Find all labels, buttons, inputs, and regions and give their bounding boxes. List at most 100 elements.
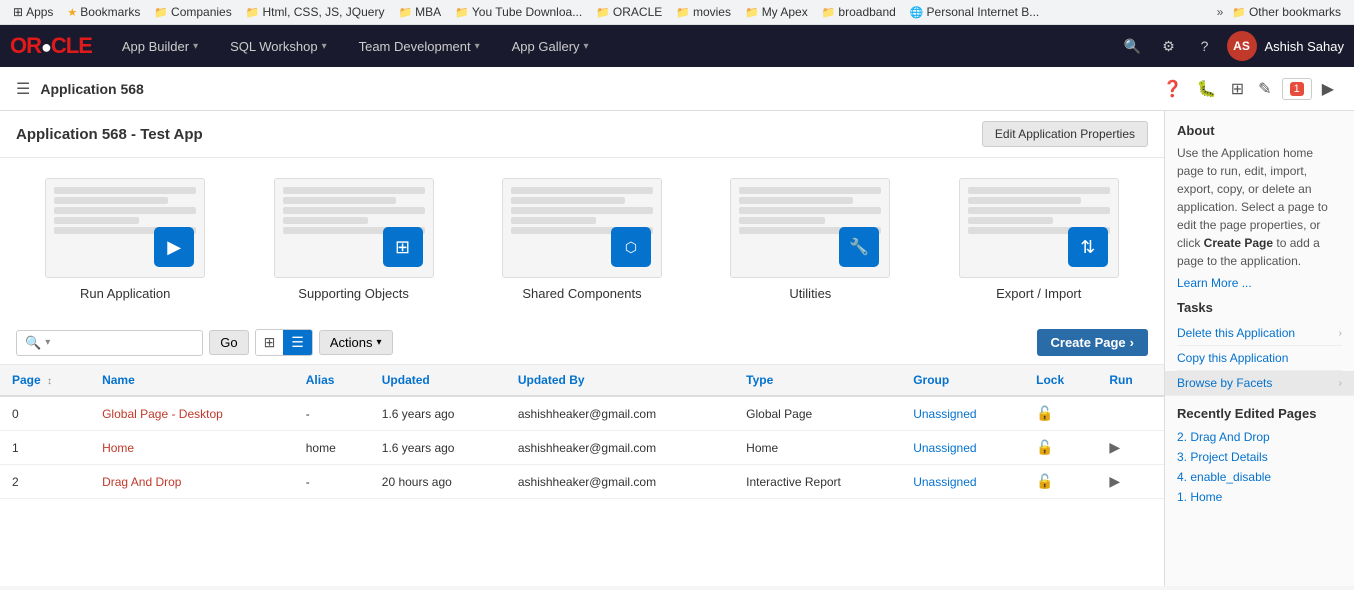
run-page-icon[interactable]: ▶ <box>1109 473 1120 489</box>
run-icon[interactable]: ▶ <box>1318 75 1338 103</box>
globe-icon: 🌐 <box>910 6 924 19</box>
cell-lock-1: 🔓 <box>1024 431 1097 465</box>
actions-button[interactable]: Actions ▾ <box>319 330 393 355</box>
bookmark-youtube[interactable]: 📁 You Tube Downloa... <box>450 3 587 21</box>
cell-updated-1: 1.6 years ago <box>370 431 506 465</box>
task-copy-application[interactable]: Copy this Application <box>1177 346 1342 371</box>
list-view-button[interactable]: ☰ <box>283 330 312 355</box>
help-circle-icon[interactable]: ❓ <box>1159 75 1187 103</box>
grid-view-button[interactable]: ⊞ <box>256 330 284 355</box>
chevron-right-icon: › <box>1339 378 1342 389</box>
tile-shared-image: ⬡ <box>502 178 662 278</box>
cell-updated-2: 20 hours ago <box>370 465 506 499</box>
apps-icon: ⊞ <box>13 5 23 19</box>
tile-utilities-image: 🔧 <box>730 178 890 278</box>
main-container: Application 568 - Test App Edit Applicat… <box>0 111 1354 586</box>
cell-type-1: Home <box>734 431 901 465</box>
search-chevron-icon[interactable]: ▾ <box>45 337 50 348</box>
run-overlay-icon: ▶ <box>154 227 194 267</box>
bookmark-html[interactable]: 📁 Html, CSS, JS, JQuery <box>241 3 390 21</box>
tile-utilities[interactable]: 🔧 Utilities <box>730 178 890 301</box>
col-lock[interactable]: Lock <box>1024 365 1097 396</box>
run-page-icon[interactable]: ▶ <box>1109 439 1120 455</box>
help-icon-btn[interactable]: ? <box>1191 32 1219 60</box>
user-avatar[interactable]: AS <box>1227 31 1257 61</box>
bookmarks-overflow[interactable]: » <box>1217 5 1224 19</box>
cell-name-1: Home <box>90 431 294 465</box>
bookmark-mba[interactable]: 📁 MBA <box>393 3 446 21</box>
learn-more-link[interactable]: Learn More ... <box>1177 276 1342 290</box>
header-icons: 🔍 ⚙ ? AS Ashish Sahay <box>1119 31 1345 61</box>
folder-icon: 📁 <box>246 6 260 19</box>
bookmark-broadband[interactable]: 📁 broadband <box>817 3 901 21</box>
nav-app-builder[interactable]: App Builder ▾ <box>110 25 210 67</box>
bug-icon[interactable]: 🐛 <box>1193 75 1221 103</box>
go-button[interactable]: Go <box>209 330 248 355</box>
nav-app-gallery[interactable]: App Gallery ▾ <box>500 25 601 67</box>
bookmark-other[interactable]: 📁 Other bookmarks <box>1227 3 1346 21</box>
edit-icon[interactable]: ✎ <box>1254 75 1275 103</box>
oracle-logo-text: OR●CLE <box>10 33 92 59</box>
cell-page-0: 0 <box>0 396 90 431</box>
tasks-title: Tasks <box>1177 300 1342 315</box>
col-group[interactable]: Group <box>901 365 1024 396</box>
nav-sql-workshop[interactable]: SQL Workshop ▾ <box>218 25 338 67</box>
user-name[interactable]: Ashish Sahay <box>1265 39 1345 54</box>
bookmark-apps[interactable]: ⊞ Apps <box>8 3 58 21</box>
tile-run-image: ▶ <box>45 178 205 278</box>
col-updated-by[interactable]: Updated By <box>506 365 734 396</box>
right-sidebar: About Use the Application home page to r… <box>1164 111 1354 586</box>
about-title: About <box>1177 123 1342 138</box>
bookmark-myapex[interactable]: 📁 My Apex <box>740 3 813 21</box>
cell-type-2: Interactive Report <box>734 465 901 499</box>
tile-supporting-label: Supporting Objects <box>298 286 409 301</box>
cell-page-2: 2 <box>0 465 90 499</box>
tile-run-application[interactable]: ▶ Run Application <box>45 178 205 301</box>
search-icon[interactable]: 🔍 <box>25 335 41 351</box>
supporting-overlay-icon: ⊞ <box>383 227 423 267</box>
tile-shared-components[interactable]: ⬡ Shared Components <box>502 178 662 301</box>
col-run[interactable]: Run <box>1097 365 1164 396</box>
task-delete-application[interactable]: Delete this Application › <box>1177 321 1342 346</box>
col-alias[interactable]: Alias <box>294 365 370 396</box>
search-icon-btn[interactable]: 🔍 <box>1119 32 1147 60</box>
table-toolbar: 🔍 ▾ Go ⊞ ☰ Actions ▾ Create Page › <box>0 321 1164 365</box>
col-updated[interactable]: Updated <box>370 365 506 396</box>
bookmark-bookmarks[interactable]: ★ Bookmarks <box>62 3 145 21</box>
table-row: 2 Drag And Drop - 20 hours ago ashishhea… <box>0 465 1164 499</box>
bookmark-personal[interactable]: 🌐 Personal Internet B... <box>905 3 1044 21</box>
cell-alias-0: - <box>294 396 370 431</box>
col-name[interactable]: Name <box>90 365 294 396</box>
recently-edited-item-2[interactable]: 4. enable_disable <box>1177 467 1342 487</box>
oracle-logo[interactable]: OR●CLE <box>10 33 92 59</box>
settings-icon-btn[interactable]: ⚙ <box>1155 32 1183 60</box>
notifications-badge[interactable]: 1 <box>1282 78 1312 100</box>
folder-icon: 📁 <box>596 6 610 19</box>
view-toggle: ⊞ ☰ <box>255 329 313 356</box>
cell-updated-by-2: ashishheaker@gmail.com <box>506 465 734 499</box>
shared-components-icon[interactable]: ⊞ <box>1227 75 1248 103</box>
col-page[interactable]: Page ↕ <box>0 365 90 396</box>
task-browse-by-facets[interactable]: Browse by Facets › <box>1165 371 1354 396</box>
about-description: Use the Application home page to run, ed… <box>1177 144 1342 270</box>
bookmark-movies[interactable]: 📁 movies <box>671 3 736 21</box>
recently-edited-item-3[interactable]: 1. Home <box>1177 487 1342 507</box>
app-bar-title: Application 568 <box>40 81 1149 97</box>
tile-supporting-objects[interactable]: ⊞ Supporting Objects <box>274 178 434 301</box>
col-type[interactable]: Type <box>734 365 901 396</box>
nav-team-dev[interactable]: Team Development ▾ <box>347 25 492 67</box>
lock-icon: 🔓 <box>1036 405 1053 421</box>
tile-export-label: Export / Import <box>996 286 1081 301</box>
edit-application-properties-button[interactable]: Edit Application Properties <box>982 121 1148 147</box>
search-input[interactable] <box>54 335 194 350</box>
bookmark-oracle[interactable]: 📁 ORACLE <box>591 3 667 21</box>
table-row: 0 Global Page - Desktop - 1.6 years ago … <box>0 396 1164 431</box>
bookmark-companies[interactable]: 📁 Companies <box>149 3 236 21</box>
recently-edited-item-0[interactable]: 2. Drag And Drop <box>1177 427 1342 447</box>
create-page-button[interactable]: Create Page › <box>1037 329 1149 356</box>
menu-icon[interactable]: ☰ <box>16 79 30 99</box>
chevron-down-icon: ▾ <box>193 41 198 52</box>
cell-run-1: ▶ <box>1097 431 1164 465</box>
recently-edited-item-1[interactable]: 3. Project Details <box>1177 447 1342 467</box>
tile-export-import[interactable]: ⇅ Export / Import <box>959 178 1119 301</box>
